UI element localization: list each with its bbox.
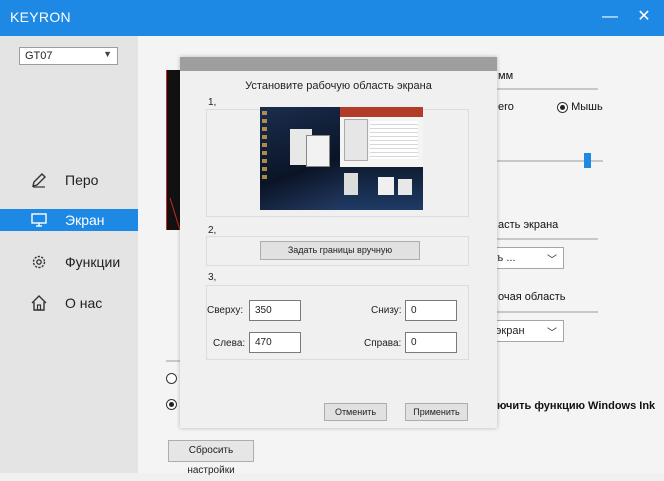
chevron-down-icon: ▼ <box>103 49 112 59</box>
screen-area-label: асть экрана <box>498 219 559 231</box>
sidebar-item-pen[interactable]: Перо <box>0 169 138 191</box>
set-bounds-manually-button[interactable]: Задать границы вручную <box>260 241 420 260</box>
section-divider <box>166 360 180 362</box>
device-select-value: GT07 <box>25 50 53 62</box>
bottom-field-label: Снизу: <box>371 305 402 316</box>
dialog-header <box>180 57 497 71</box>
section-divider <box>497 238 598 240</box>
top-field[interactable]: 350 <box>249 300 301 321</box>
step-2-label: 2, <box>208 225 217 236</box>
sidebar-item-about[interactable]: О нас <box>0 292 138 314</box>
sidebar-item-label: Функции <box>65 254 121 270</box>
radio-button[interactable] <box>166 398 177 410</box>
top-field-label: Сверху: <box>207 305 244 316</box>
screen-area-preview[interactable] <box>260 107 423 210</box>
slider-handle[interactable] <box>584 153 591 168</box>
right-field-label: Справа: <box>364 338 402 349</box>
device-select[interactable]: GT07 ▼ <box>19 47 118 65</box>
sidebar-item-label: О нас <box>65 295 103 311</box>
pen-mode-option[interactable]: ero <box>498 101 514 113</box>
close-button[interactable]: ✕ <box>632 6 656 28</box>
chevron-down-icon: ﹀ <box>547 255 557 266</box>
sidebar-item-screen[interactable]: Экран <box>0 209 138 231</box>
sidebar-item-functions[interactable]: Функции <box>0 251 138 273</box>
windows-ink-option[interactable]: ючить функцию Windows Ink <box>497 400 655 412</box>
sidebar: GT07 ▼ Перо Экран Функции О нас <box>0 36 138 473</box>
mouse-mode-option[interactable]: Мышь <box>557 101 603 113</box>
bottom-field[interactable]: 0 <box>405 300 457 321</box>
app-title: KEYRON <box>10 9 71 25</box>
pen-icon <box>32 173 46 188</box>
gear-icon <box>32 255 46 269</box>
sidebar-item-label: Экран <box>65 212 105 228</box>
minimize-button[interactable]: — <box>598 6 622 28</box>
section-divider <box>497 88 598 90</box>
cancel-button[interactable]: Отменить <box>324 403 387 421</box>
radio-button[interactable] <box>166 372 177 384</box>
mode-heading: мм <box>498 70 514 82</box>
mouse-radio[interactable] <box>557 101 568 113</box>
left-field[interactable]: 470 <box>249 332 301 353</box>
right-field[interactable]: 0 <box>405 332 457 353</box>
work-area-label: очая область <box>498 291 566 303</box>
sidebar-item-label: Перо <box>65 172 99 188</box>
chevron-down-icon: ﹀ <box>547 328 557 339</box>
left-field-label: Слева: <box>213 338 246 349</box>
screen-area-dialog: Установите рабочую область экрана 1, 2, … <box>180 57 497 428</box>
apply-button[interactable]: Применить <box>405 403 468 421</box>
reset-settings-button[interactable]: Сбросить настройки <box>168 440 254 476</box>
step-1-label: 1, <box>208 97 217 108</box>
section-divider <box>497 311 598 313</box>
step-3-label: 3, <box>208 272 217 283</box>
dialog-title: Установите рабочую область экрана <box>245 80 432 92</box>
monitor-icon <box>31 213 47 227</box>
title-bar: KEYRON — ✕ <box>0 0 664 36</box>
home-icon <box>31 295 47 311</box>
